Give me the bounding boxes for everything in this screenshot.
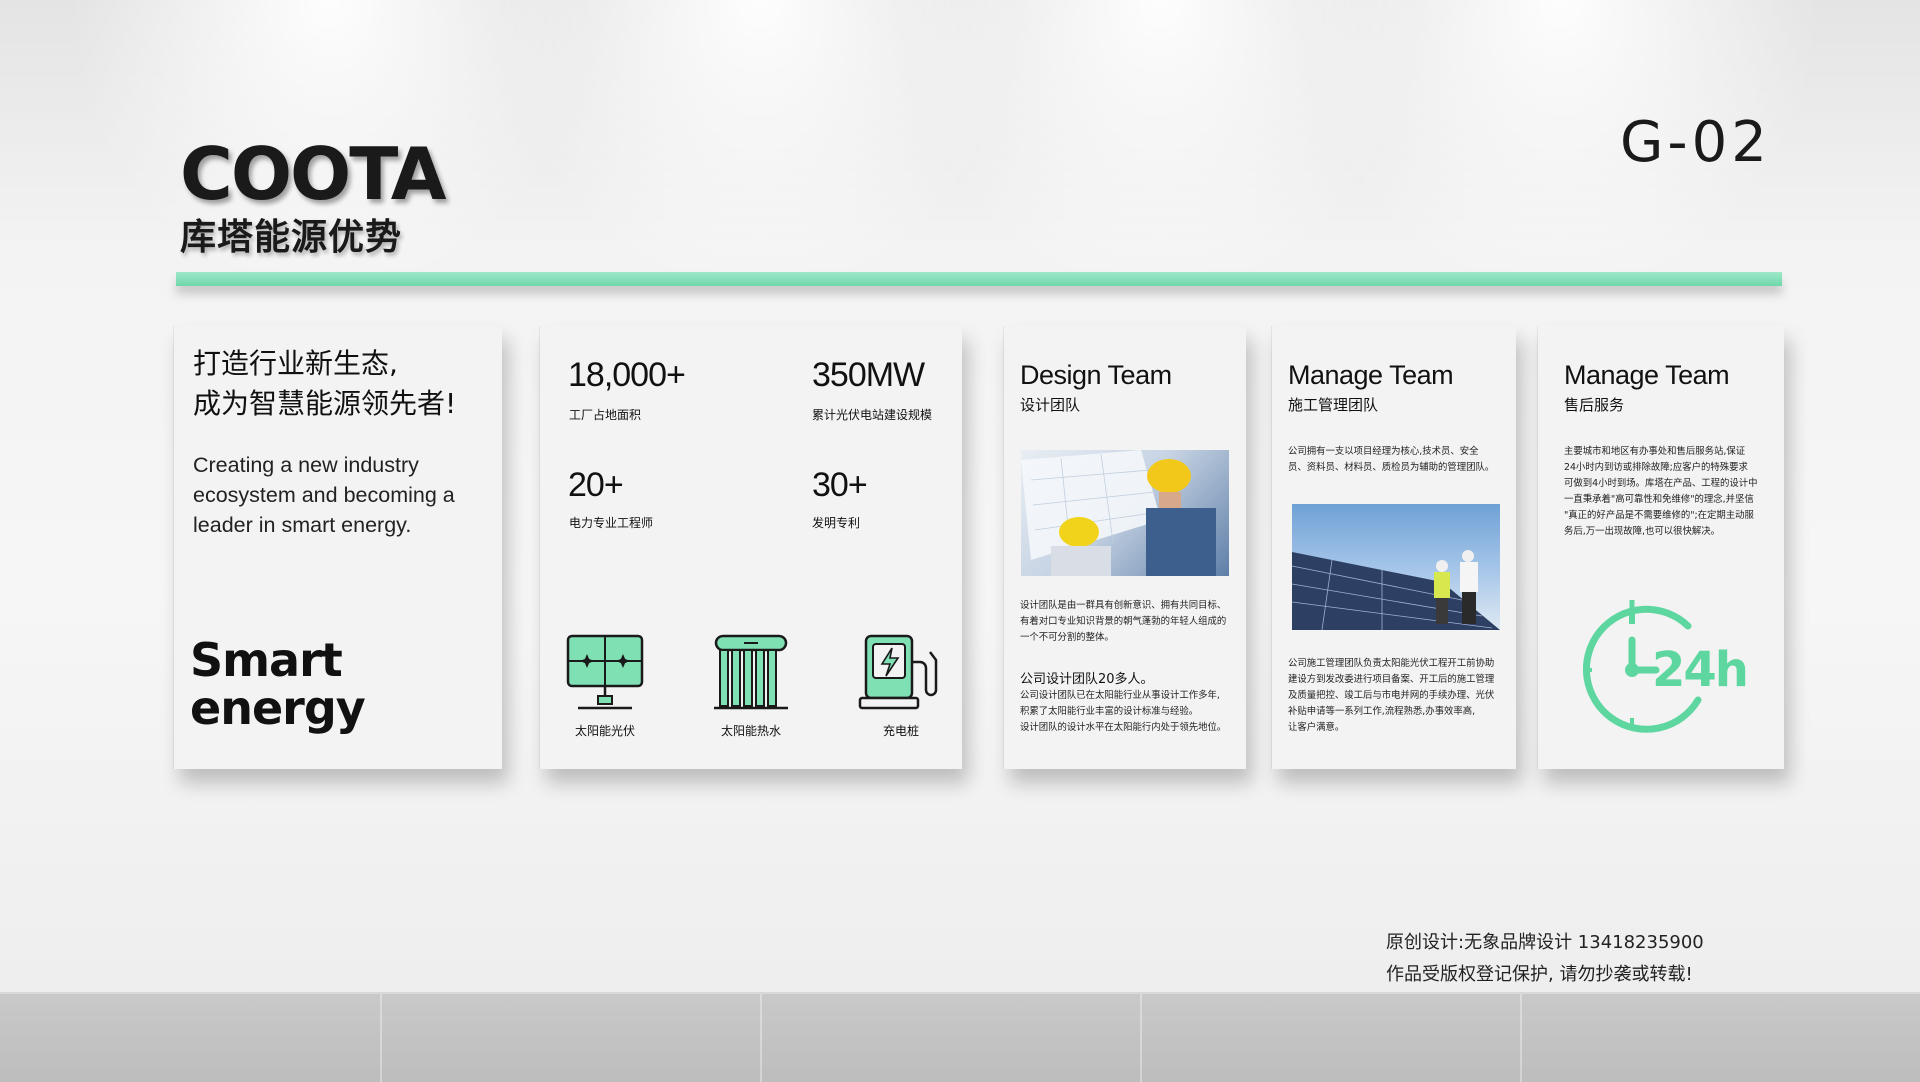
stat-value: 20+ bbox=[568, 466, 624, 504]
manage-team-subtitle: 施工管理团队 bbox=[1288, 396, 1379, 414]
design-team-count: 公司设计团队20多人。 bbox=[1020, 672, 1154, 687]
stat-label: 工厂占地面积 bbox=[569, 408, 642, 422]
smart-line2: energy bbox=[190, 681, 366, 735]
board-code: G-02 bbox=[1620, 110, 1771, 175]
vision-cn-line1: 打造行业新生态, bbox=[193, 347, 398, 380]
stat-label: 电力专业工程师 bbox=[569, 516, 654, 530]
desc-line: 24小时内到访或排除故障;应客户的特殊要求 bbox=[1564, 462, 1748, 473]
floor-seam bbox=[760, 994, 762, 1082]
desc-line: 设计团队的设计水平在太阳能行内处于领先地位。 bbox=[1020, 722, 1227, 733]
floor bbox=[0, 992, 1920, 1082]
manage-team-title: Manage Team bbox=[1288, 360, 1454, 390]
desc-line: 员、资料员、材料员、质检员为辅助的管理团队。 bbox=[1288, 462, 1495, 473]
charging-pile-label: 充电桩 bbox=[882, 724, 919, 738]
solar-panel-label: 太阳能光伏 bbox=[574, 724, 635, 738]
panel-vision: 打造行业新生态, 成为智慧能源领先者! Creating a new indus… bbox=[174, 326, 502, 769]
vision-en-line2: ecosystem and becoming a bbox=[193, 483, 455, 507]
design-team-photo bbox=[1021, 450, 1229, 576]
manage-team-photo bbox=[1292, 504, 1500, 630]
stat-value: 18,000+ bbox=[568, 356, 686, 394]
panel-stats: 18,000+ 工厂占地面积 350MW 累计光伏电站建设规模 20+ 电力专业… bbox=[540, 326, 962, 769]
desc-line: 公司拥有一支以项目经理为核心,技术员、安全 bbox=[1288, 446, 1479, 457]
vision-en-line1: Creating a new industry bbox=[193, 453, 419, 477]
vision-en-line3: leader in smart energy. bbox=[193, 513, 412, 537]
clock-24h-icon: 24h bbox=[1570, 600, 1770, 740]
brand-logo: COOTA bbox=[180, 132, 446, 216]
desc-line: 一直秉承着"高可靠性和免维修"的理念,并坚信 bbox=[1564, 494, 1754, 505]
desc-line: 主要城市和地区有办事处和售后服务站,保证 bbox=[1564, 446, 1746, 457]
desc-line: 积累了太阳能行业丰富的设计标准与经验。 bbox=[1020, 706, 1199, 717]
solar-water-heater-icon bbox=[706, 632, 796, 712]
stat-label: 累计光伏电站建设规模 bbox=[812, 408, 933, 422]
manage-team-desc2: 公司施工管理团队负责太阳能光伏工程开工前协助 建设方到发改委进行项目备案、开工后… bbox=[1288, 656, 1494, 736]
design-team-desc: 设计团队是由一群具有创新意识、拥有共同目标、 有着对口专业知识背景的朝气蓬勃的年… bbox=[1020, 598, 1226, 646]
after-sales-desc: 主要城市和地区有办事处和售后服务站,保证 24小时内到访或排除故障;应客户的特殊… bbox=[1564, 444, 1757, 540]
desc-line: 可做到4小时到场。库塔在产品、工程的设计中 bbox=[1564, 478, 1758, 489]
panel-manage-team: Manage Team 施工管理团队 公司拥有一支以项目经理为核心,技术员、安全… bbox=[1272, 326, 1516, 769]
badge-24h: 24h bbox=[1652, 642, 1749, 698]
solar-water-heater-label: 太阳能热水 bbox=[720, 724, 781, 738]
desc-line: 有着对口专业知识背景的朝气蓬勃的年轻人组成的 bbox=[1020, 616, 1227, 627]
panel-after-sales: Manage Team 售后服务 主要城市和地区有办事处和售后服务站,保证 24… bbox=[1538, 326, 1784, 769]
credit-line2: 作品受版权登记保护, 请勿抄袭或转载! bbox=[1386, 964, 1693, 985]
desc-line: 公司设计团队已在太阳能行业从事设计工作多年, bbox=[1020, 690, 1220, 701]
brand-subtitle: 库塔能源优势 bbox=[180, 217, 403, 258]
after-sales-subtitle: 售后服务 bbox=[1564, 396, 1625, 414]
desc-line: 务后,万一出现故障,也可以很快解决。 bbox=[1564, 526, 1720, 537]
vision-en: Creating a new industry ecosystem and be… bbox=[193, 450, 493, 540]
floor-seam bbox=[1520, 994, 1522, 1082]
after-sales-title: Manage Team bbox=[1564, 360, 1730, 390]
floor-seam bbox=[1140, 994, 1142, 1082]
desc-line: 建设方到发改委进行项目备案、开工后的施工管理 bbox=[1288, 674, 1495, 685]
desc-line: 让客户满意。 bbox=[1288, 722, 1345, 733]
floor-seam bbox=[380, 994, 382, 1082]
desc-line: 一个不可分割的整体。 bbox=[1020, 632, 1114, 643]
vision-cn: 打造行业新生态, 成为智慧能源领先者! bbox=[193, 344, 456, 424]
panel-design-team: Design Team 设计团队 设计团队是由一群具有创新意识、拥有共同目标、 … bbox=[1004, 326, 1246, 769]
manage-team-desc: 公司拥有一支以项目经理为核心,技术员、安全 员、资料员、材料员、质检员为辅助的管… bbox=[1288, 444, 1494, 476]
desc-line: 公司施工管理团队负责太阳能光伏工程开工前协助 bbox=[1288, 658, 1495, 669]
desc-line: 及质量把控、竣工后与市电并网的手续办理、光伏 bbox=[1288, 690, 1495, 701]
desc-line: 补贴申请等一系列工作,流程熟悉,办事效率高, bbox=[1288, 706, 1476, 717]
desc-line: 设计团队是由一群具有创新意识、拥有共同目标、 bbox=[1020, 600, 1227, 611]
design-team-subtitle: 设计团队 bbox=[1020, 396, 1081, 414]
stat-value: 350MW bbox=[812, 356, 925, 394]
stat-value: 30+ bbox=[812, 466, 868, 504]
smart-line1: Smart bbox=[190, 633, 343, 687]
vision-cn-line2: 成为智慧能源领先者! bbox=[193, 387, 457, 420]
stat-label: 发明专利 bbox=[812, 516, 861, 530]
accent-shelf bbox=[176, 272, 1782, 286]
solar-panel-icon bbox=[560, 632, 650, 712]
design-team-title: Design Team bbox=[1020, 360, 1172, 390]
design-team-desc2: 公司设计团队已在太阳能行业从事设计工作多年, 积累了太阳能行业丰富的设计标准与经… bbox=[1020, 688, 1226, 736]
desc-line: "真正的好产品是不需要维修的";在定期主动服 bbox=[1564, 510, 1754, 521]
credit-line1: 原创设计:无象品牌设计 13418235900 bbox=[1386, 932, 1704, 953]
charging-pile-icon bbox=[856, 632, 946, 712]
smart-energy-title: Smart energy bbox=[190, 633, 366, 735]
